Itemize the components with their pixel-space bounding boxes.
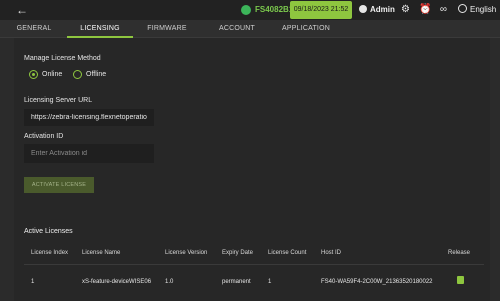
cell-host-id: FS40-WA59F4-2C00W_21363520180022: [321, 279, 433, 285]
tab-general[interactable]: GENERAL: [14, 20, 54, 38]
tab-licensing[interactable]: LICENSING: [67, 20, 133, 38]
online-label: Online: [42, 71, 63, 78]
col-header-host-id: Host ID: [321, 250, 342, 256]
license-method-label: Manage License Method: [24, 55, 101, 62]
globe-icon: [458, 4, 467, 13]
user-icon: [359, 5, 367, 13]
server-url-label: Licensing Server URL: [24, 97, 93, 104]
tab-firmware-update[interactable]: FIRMWARE UPDATE: [136, 20, 198, 50]
col-header-license-count: License Count: [268, 250, 307, 256]
top-bar: ← FS4082B1 09/18/2023 21:52 Admin ⚙ ⏰ ∞ …: [0, 0, 500, 20]
tab-application[interactable]: APPLICATION: [282, 20, 330, 38]
offline-radio[interactable]: [73, 70, 82, 79]
tab-bar: GENERAL LICENSING FIRMWARE UPDATE ACCOUN…: [0, 20, 500, 50]
cell-license-index: 1: [31, 279, 35, 285]
activation-id-input[interactable]: [24, 144, 154, 163]
back-arrow-icon[interactable]: ←: [16, 4, 30, 16]
device-status-icon: [241, 5, 251, 15]
col-header-license-version: License Version: [165, 250, 208, 256]
col-header-license-name: License Name: [82, 250, 121, 256]
col-header-expiry-date: Expiry Date: [222, 250, 254, 256]
language-label: English: [470, 5, 497, 14]
tab-account-settings[interactable]: ACCOUNT SETTINGS: [204, 20, 270, 50]
table-divider: [24, 264, 484, 265]
activation-id-label: Activation ID: [24, 133, 64, 140]
active-licenses-title: Active Licenses: [24, 228, 73, 235]
device-id: FS4082B1: [255, 5, 294, 14]
licensing-panel: Manage License Method Online Offline Lic…: [14, 38, 490, 301]
cell-license-count: 1: [268, 279, 272, 285]
activate-license-button[interactable]: ACTIVATE LICENSE: [24, 177, 94, 193]
online-radio[interactable]: [29, 70, 38, 79]
admin-label: Admin: [370, 5, 395, 14]
admin-menu[interactable]: Admin: [359, 4, 395, 16]
gear-icon[interactable]: ⚙: [400, 4, 411, 15]
language-selector[interactable]: English: [458, 4, 496, 16]
offline-label: Offline: [86, 71, 107, 78]
cell-expiry-date: permanent: [222, 279, 251, 285]
link-icon[interactable]: ∞: [438, 4, 449, 15]
release-trash-icon[interactable]: [457, 276, 464, 284]
server-url-input[interactable]: [24, 109, 154, 126]
alarm-icon[interactable]: ⏰: [419, 4, 431, 15]
datetime-badge: 09/18/2023 21:52: [290, 1, 352, 19]
col-header-license-index: License Index: [31, 250, 69, 256]
cell-license-name: xS-feature-deviceWISE06: [82, 279, 152, 285]
cell-license-version: 1.0: [165, 279, 174, 285]
col-header-release: Release: [448, 250, 471, 256]
